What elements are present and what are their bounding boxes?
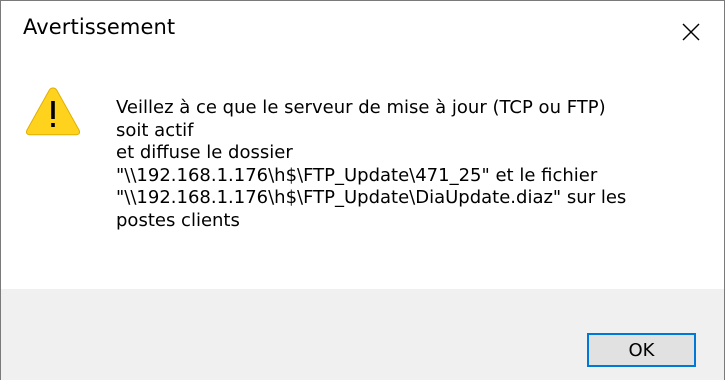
message-line: postes clients bbox=[116, 209, 240, 231]
close-icon bbox=[681, 22, 701, 42]
ok-button-label: OK bbox=[628, 339, 655, 361]
message-line: "\\192.168.1.176\h$\FTP_Update\471_25" e… bbox=[116, 164, 598, 186]
message-line: Veillez à ce que le serveur de mise à jo… bbox=[116, 97, 606, 118]
warning-dialog: Avertissement Veillez à ce que le serveu… bbox=[0, 0, 725, 380]
dialog-message: Veillez à ce que le serveur de mise à jo… bbox=[116, 97, 711, 232]
close-button[interactable] bbox=[658, 1, 724, 62]
dialog-content: Veillez à ce que le serveur de mise à jo… bbox=[1, 62, 724, 289]
message-line: "\\192.168.1.176\h$\FTP_Update\DiaUpdate… bbox=[116, 187, 627, 208]
title-bar[interactable]: Avertissement bbox=[1, 1, 724, 62]
ok-button[interactable]: OK bbox=[587, 333, 696, 367]
dialog-title: Avertissement bbox=[23, 15, 176, 39]
message-line: et diffuse le dossier bbox=[116, 142, 293, 163]
dialog-footer: OK bbox=[1, 289, 724, 380]
message-line: soit actif bbox=[116, 119, 194, 141]
warning-icon bbox=[25, 86, 81, 136]
